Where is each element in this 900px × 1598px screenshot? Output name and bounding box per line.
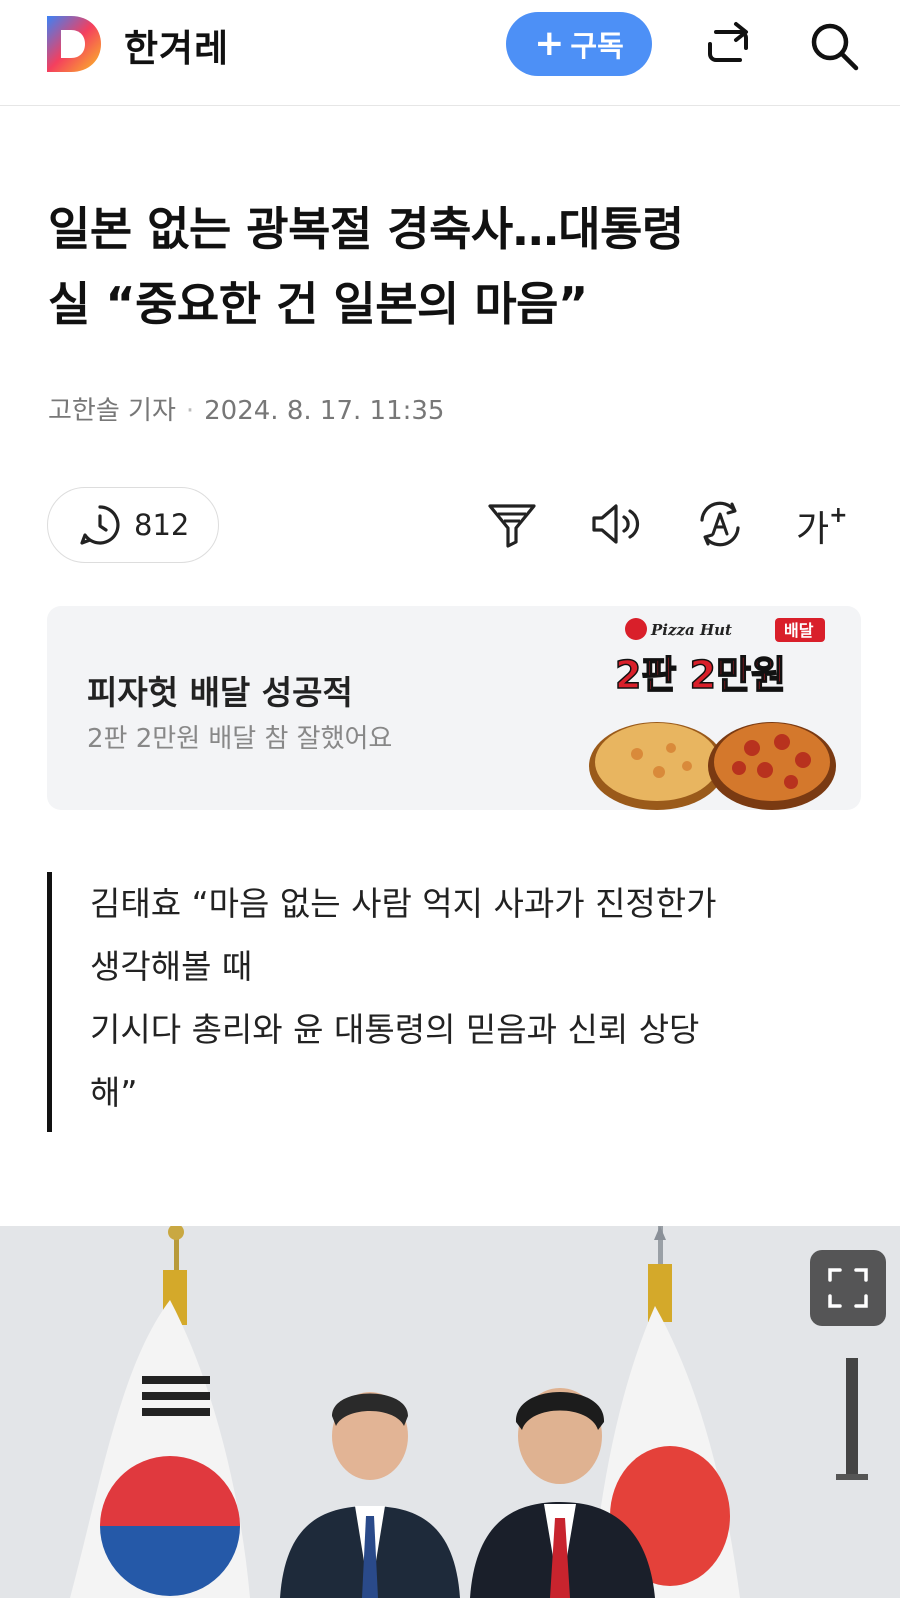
comment-button[interactable]: 812 (47, 487, 219, 563)
comment-icon (80, 505, 120, 545)
publish-datetime: 2024. 8. 17. 11:35 (204, 396, 445, 426)
ad-brand: Pizza Hut (650, 621, 732, 639)
ad-banner[interactable]: 피자헛 배달 성공적 2판 2만원 배달 참 잘했어요 Pizza Hut 배달… (47, 606, 861, 810)
ad-promo: 2판 2만원 (615, 653, 786, 697)
daum-logo[interactable] (47, 16, 101, 72)
font-size-plus: + (829, 503, 848, 528)
quote-line: 기시다 총리와 윤 대통령의 믿음과 신뢰 상당 (90, 1010, 700, 1049)
translate-icon[interactable] (692, 496, 748, 552)
expand-icon (828, 1268, 868, 1308)
quote-line: 해” (90, 1073, 138, 1112)
comment-count: 812 (134, 508, 190, 542)
author-name[interactable]: 고한솔 기자 (48, 396, 176, 426)
pizza-ad-image: Pizza Hut 배달 2판 2만원 (589, 618, 836, 810)
ad-title: 피자헛 배달 성공적 (87, 673, 353, 712)
subscribe-button[interactable]: + 구독 (506, 12, 652, 76)
ad-badge: 배달 (784, 621, 814, 640)
article-headline: 일본 없는 광복절 경축사…대통령 실 “중요한 건 일본의 마음” (48, 192, 868, 342)
ad-subtitle: 2판 2만원 배달 참 잘했어요 (87, 724, 393, 754)
top-bar: 한겨레 + 구독 (0, 0, 900, 106)
search-icon[interactable] (806, 18, 862, 74)
press-name[interactable]: 한겨레 (124, 18, 229, 72)
font-size-label: 가 (796, 509, 830, 550)
filter-icon[interactable] (484, 496, 540, 552)
share-icon[interactable] (700, 18, 756, 74)
byline: 고한솔 기자 · 2024. 8. 17. 11:35 (48, 390, 444, 427)
speaker-icon[interactable] (588, 496, 644, 552)
plus-icon: + (534, 23, 565, 64)
article-subheading-quote: 김태효 “마음 없는 사람 억지 사과가 진정한가 생각해볼 때 기시다 총리와… (47, 872, 861, 1132)
headline-line-2: 실 “중요한 건 일본의 마음” (48, 277, 588, 331)
byline-separator: · (185, 396, 195, 426)
headline-line-1: 일본 없는 광복절 경축사…대통령 (48, 202, 684, 256)
article-photo[interactable] (0, 1226, 900, 1598)
font-size-icon[interactable]: 가+ (796, 500, 856, 556)
subscribe-label: 구독 (570, 29, 624, 63)
quote-line: 생각해볼 때 (90, 947, 253, 986)
quote-line: 김태효 “마음 없는 사람 억지 사과가 진정한가 (90, 884, 717, 923)
expand-button[interactable] (810, 1250, 886, 1326)
